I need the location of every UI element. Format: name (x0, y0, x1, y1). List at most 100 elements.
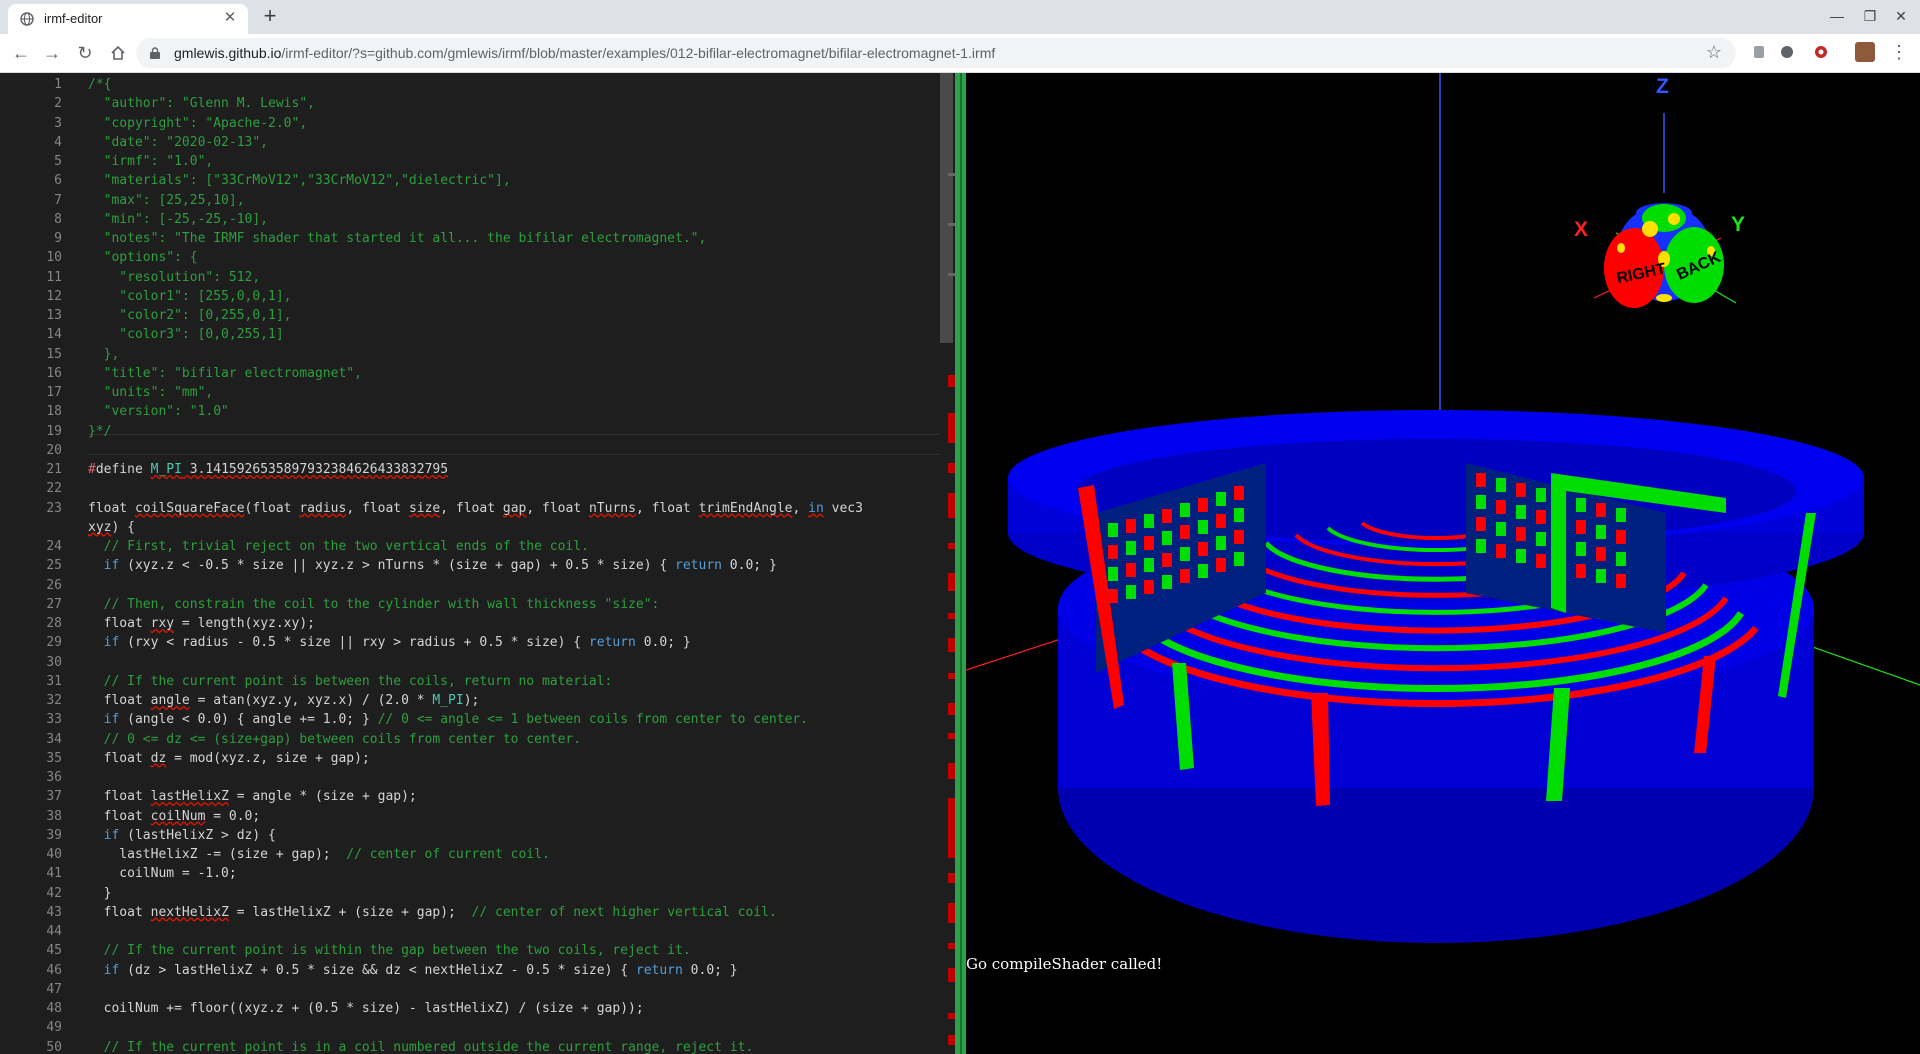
close-window-icon[interactable]: ✕ (1886, 4, 1916, 28)
code-line[interactable]: float rxy = length(xyz.xy); (88, 614, 315, 633)
code-token: 0.0; } (721, 558, 777, 574)
tab-close-icon[interactable]: ✕ (220, 8, 240, 28)
code-line[interactable]: xyz) { (88, 518, 135, 537)
code-line[interactable]: float coilSquareFace(float radius, float… (88, 499, 863, 518)
new-tab-button[interactable]: + (258, 5, 282, 29)
line-number: 10 (46, 250, 62, 266)
code-token: }*/ (88, 423, 112, 439)
code-line[interactable]: // Then, constrain the coil to the cylin… (88, 595, 660, 614)
code-line[interactable]: "color3": [0,0,255,1] (88, 325, 283, 344)
code-line[interactable]: "materials": ["33CrMoV12","33CrMoV12","d… (88, 171, 511, 190)
pane-splitter-line (960, 73, 962, 1054)
code-line[interactable]: "options": { (88, 248, 198, 267)
code-line[interactable]: if (lastHelixZ > dz) { (88, 826, 276, 845)
code-token: // 0 <= dz <= (size+gap) between coils f… (88, 731, 582, 747)
orientation-cube[interactable]: RIGHT BACK (1593, 113, 1737, 308)
code-line[interactable]: lastHelixZ -= (size + gap); // center of… (88, 845, 549, 864)
code-token: "version": "1.0" (88, 404, 229, 420)
code-line[interactable]: // If the current point is in a coil num… (88, 1038, 754, 1054)
code-line[interactable]: "irmf": "1.0", (88, 152, 214, 171)
code-line[interactable]: float coilNum = 0.0; (88, 807, 261, 826)
code-area[interactable]: /*{ "author": "Glenn M. Lewis", "copyrig… (88, 73, 928, 1054)
star-icon[interactable]: ☆ (1706, 42, 1722, 63)
code-line[interactable]: "color1": [255,0,0,1], (88, 287, 292, 306)
code-line[interactable]: "resolution": 512, (88, 268, 260, 287)
reload-icon[interactable]: ↻ (73, 41, 97, 65)
code-line[interactable]: "max": [25,25,10], (88, 191, 245, 210)
extension-icon[interactable] (1750, 43, 1768, 61)
code-line[interactable]: float nextHelixZ = lastHelixZ + (size + … (88, 903, 777, 922)
url-text: gmlewis.github.io/irmf-editor/?s=github.… (174, 45, 995, 61)
code-line[interactable]: } (88, 884, 112, 903)
code-line[interactable]: if (angle < 0.0) { angle += 1.0; } // 0 … (88, 710, 808, 729)
home-icon[interactable] (106, 41, 130, 65)
code-token: = angle * (size + gap); (228, 789, 417, 805)
code-line[interactable]: "min": [-25,-25,-10], (88, 210, 268, 229)
code-line[interactable]: if (dz > lastHelixZ + 0.5 * size && dz <… (88, 961, 738, 980)
code-token: (rxy < radius - 0.5 * size || rxy > radi… (119, 635, 589, 651)
code-line[interactable]: }, (88, 345, 120, 364)
code-line[interactable]: "copyright": "Apache-2.0", (88, 114, 308, 133)
code-line[interactable]: "author": "Glenn M. Lewis", (88, 94, 315, 113)
overview-ruler-mark (948, 223, 955, 226)
code-line[interactable]: if (xyz.z < -0.5 * size || xyz.z > nTurn… (88, 556, 777, 575)
menu-icon[interactable]: ⋮ (1890, 40, 1908, 64)
code-line[interactable]: "units": "mm", (88, 383, 214, 402)
code-line[interactable]: }*/ (88, 422, 111, 441)
line-number: 34 (46, 731, 62, 747)
code-token: xyz (88, 519, 112, 535)
render-viewport[interactable]: RIGHT BACK Z X Y Go compileShader called… (966, 73, 1920, 1054)
extension-icon[interactable] (1812, 43, 1830, 61)
line-number: 50 (46, 1039, 62, 1054)
code-line[interactable]: float dz = mod(xyz.z, size + gap); (88, 749, 370, 768)
code-line[interactable]: "color2": [0,255,0,1], (88, 306, 291, 325)
code-editor[interactable]: 1 2 3 4 5 6 7 8 9 10 11 12 13 14 15 16 17 18 19 20 21 22 23 24 2… (0, 73, 955, 1054)
line-number (0, 518, 62, 537)
overview-ruler-mark (948, 573, 955, 591)
code-line[interactable]: "date": "2020-02-13", (88, 133, 268, 152)
profile-avatar[interactable] (1855, 42, 1875, 62)
code-token: if (103, 712, 120, 728)
code-token: float (88, 616, 151, 631)
line-number: 14 (46, 327, 62, 343)
code-line[interactable]: "notes": "The IRMF shader that started i… (88, 229, 707, 248)
browser-toolbar: ← → ↻ gmlewis.github.io/irmf-editor/?s=g… (0, 34, 1920, 73)
forward-arrow-icon[interactable]: → (40, 41, 64, 65)
extension-icon[interactable] (1778, 43, 1796, 61)
back-arrow-icon[interactable]: ← (9, 41, 33, 65)
code-line[interactable]: coilNum += floor((xyz.z + (0.5 * size) -… (88, 999, 644, 1018)
code-line[interactable]: float lastHelixZ = angle * (size + gap); (88, 787, 417, 806)
code-line[interactable]: // 0 <= dz <= (size+gap) between coils f… (88, 730, 581, 749)
code-line[interactable]: // If the current point is between the c… (88, 672, 613, 691)
code-token: return (675, 558, 722, 574)
line-number: 20 (46, 442, 62, 458)
address-bar[interactable]: gmlewis.github.io/irmf-editor/?s=github.… (136, 38, 1736, 68)
code-line[interactable]: // First, trivial reject on the two vert… (88, 537, 589, 556)
code-token: (dz > lastHelixZ + 0.5 * size && dz < ne… (119, 962, 636, 978)
code-line[interactable]: /*{ (88, 75, 111, 94)
restore-icon[interactable]: ❐ (1855, 4, 1885, 28)
browser-tab[interactable]: irmf-editor ✕ (8, 4, 248, 34)
code-token: "color1": [255,0,0,1], (88, 288, 292, 304)
code-line[interactable]: if (rxy < radius - 0.5 * size || rxy > r… (88, 633, 691, 652)
overview-ruler-mark (948, 703, 955, 715)
code-line[interactable]: "title": "bifilar electromagnet", (88, 364, 362, 383)
line-number: 44 (46, 924, 62, 939)
code-token: (xyz.z < -0.5 * size || xyz.z > nTurns *… (119, 558, 676, 574)
model-render[interactable]: RIGHT BACK (966, 73, 1920, 1054)
code-line[interactable]: coilNum = -1.0; (88, 864, 236, 883)
line-number: 26 (46, 577, 62, 593)
line-number: 33 (46, 712, 62, 728)
code-token: vec3 (823, 500, 863, 516)
minimize-icon[interactable]: — (1822, 4, 1852, 28)
editor-scrollbar-thumb[interactable] (940, 73, 953, 343)
line-number: 11 (46, 269, 62, 285)
overview-ruler-mark (948, 1013, 955, 1019)
code-line[interactable]: // If the current point is within the ga… (88, 941, 691, 960)
code-line[interactable]: float angle = atan(xyz.y, xyz.x) / (2.0 … (88, 691, 480, 710)
code-line[interactable]: #define M_PI 3.1415926535897932384626433… (88, 460, 448, 479)
code-line[interactable]: "version": "1.0" (88, 402, 229, 421)
